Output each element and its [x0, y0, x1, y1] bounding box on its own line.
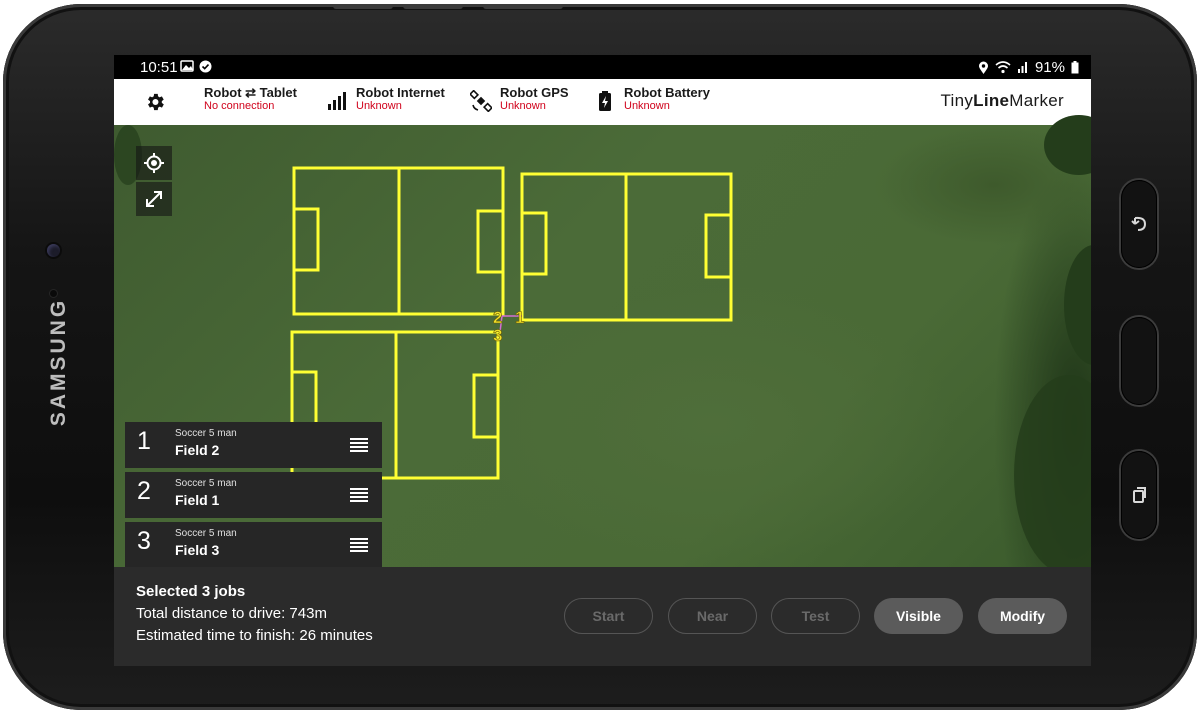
field-2-outline	[292, 166, 505, 316]
gear-icon[interactable]	[144, 91, 166, 113]
selected-count: Selected 3 jobs	[136, 583, 246, 600]
cell-signal-icon	[1017, 62, 1027, 73]
modify-button[interactable]: Modify	[978, 598, 1067, 634]
drag-handle-icon[interactable]	[350, 488, 368, 502]
stat-value: Unknown	[500, 100, 546, 112]
total-distance: Total distance to drive: 743m	[136, 605, 327, 622]
brand-logo: SAMSUNG	[47, 297, 70, 427]
drag-handle-icon[interactable]	[350, 438, 368, 452]
job-number: 1	[137, 427, 151, 455]
field-marker-2[interactable]: 2	[493, 308, 503, 328]
battery-status-icon	[1071, 61, 1079, 74]
job-name: Field 2	[175, 442, 220, 458]
screen: 10:51 91% Robot ⇄ Tablet No connection R…	[114, 55, 1091, 666]
stat-label: Robot GPS	[500, 85, 569, 100]
stat-value: No connection	[204, 100, 275, 112]
check-circle-icon	[199, 60, 212, 73]
status-time: 10:51	[140, 59, 178, 76]
job-list: 1 Soccer 5 man Field 2 2 Soccer 5 man Fi…	[125, 422, 382, 572]
volume-button	[403, 4, 463, 9]
crosshair-icon	[144, 153, 164, 173]
light-sensor	[50, 290, 57, 297]
list-item[interactable]: 2 Soccer 5 man Field 1	[125, 472, 382, 518]
job-type: Soccer 5 man	[175, 478, 237, 489]
signal-icon	[328, 92, 346, 110]
list-item[interactable]: 3 Soccer 5 man Field 3	[125, 522, 382, 568]
job-summary-panel: Selected 3 jobs Total distance to drive:…	[114, 567, 1091, 666]
near-button[interactable]: Near	[668, 598, 757, 634]
notification-icons	[180, 60, 212, 73]
job-number: 3	[137, 527, 151, 555]
stat-robot-battery: Robot Battery Unknown	[594, 86, 710, 113]
job-name: Field 1	[175, 492, 220, 508]
image-icon	[180, 60, 194, 72]
recents-icon	[1133, 487, 1146, 503]
job-name: Field 3	[175, 542, 220, 558]
volume-button-2	[483, 4, 563, 9]
logo-part-1: Tiny	[940, 91, 974, 110]
stat-robot-internet: Robot Internet Unknown	[326, 86, 445, 113]
list-item[interactable]: 1 Soccer 5 man Field 2	[125, 422, 382, 468]
test-button[interactable]: Test	[771, 598, 860, 634]
stat-robot-gps: Robot GPS Unknown	[470, 86, 569, 113]
satellite-icon	[470, 90, 492, 112]
app-logo: TinyLineMarker	[940, 91, 1064, 111]
home-key[interactable]	[1121, 317, 1157, 405]
logo-part-2: Line	[973, 91, 1010, 110]
stat-label: Robot Internet	[356, 85, 445, 100]
job-number: 2	[137, 477, 151, 505]
visible-button[interactable]: Visible	[874, 598, 963, 634]
expand-icon	[146, 191, 162, 207]
logo-part-3: Marker	[1009, 91, 1064, 110]
app-header: Robot ⇄ Tablet No connection Robot Inter…	[114, 79, 1091, 125]
drag-handle-icon[interactable]	[350, 538, 368, 552]
power-button	[333, 4, 393, 9]
field-marker-1[interactable]: 1	[515, 308, 525, 328]
stat-value: Unknown	[356, 100, 402, 112]
status-bar: 10:51 91%	[114, 55, 1091, 79]
job-type: Soccer 5 man	[175, 428, 237, 439]
battery-icon	[599, 91, 611, 111]
wifi-icon	[995, 61, 1011, 74]
satellite-map[interactable]: 2 1 3 1 Soccer 5 man Field 2 2 Soccer 5 …	[114, 115, 1091, 575]
location-icon	[978, 61, 988, 74]
front-camera	[47, 244, 60, 257]
job-type: Soccer 5 man	[175, 528, 237, 539]
expand-button[interactable]	[136, 182, 172, 216]
stat-label: Robot ⇄ Tablet	[204, 85, 297, 100]
back-icon	[1131, 216, 1147, 231]
start-button[interactable]: Start	[564, 598, 653, 634]
back-key[interactable]	[1121, 180, 1157, 268]
battery-percent: 91%	[1034, 59, 1065, 76]
recents-key[interactable]	[1121, 451, 1157, 539]
stat-label: Robot Battery	[624, 85, 710, 100]
stat-value: Unknown	[624, 100, 670, 112]
estimated-time: Estimated time to finish: 26 minutes	[136, 627, 373, 644]
field-1-outline	[520, 172, 733, 322]
status-right: 91%	[978, 59, 1079, 76]
locate-button[interactable]	[136, 146, 172, 180]
stat-robot-tablet: Robot ⇄ Tablet No connection	[204, 86, 297, 113]
field-marker-3[interactable]: 3	[493, 326, 503, 346]
